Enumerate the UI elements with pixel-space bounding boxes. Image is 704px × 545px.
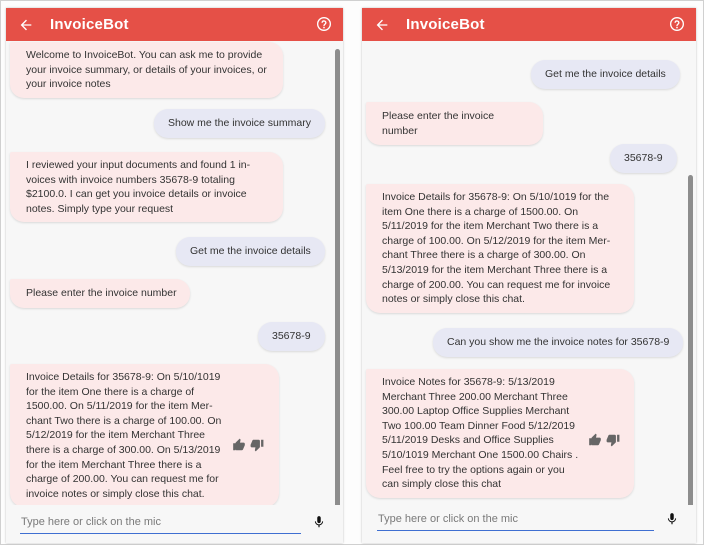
back-button[interactable] (15, 14, 37, 36)
bot-message: I reviewed your input documents and foun… (10, 152, 283, 223)
user-message: Get me the invoice details (531, 60, 680, 89)
thumbs-up-icon[interactable] (588, 433, 602, 447)
scrollbar[interactable] (688, 175, 693, 505)
thumbs-down-icon[interactable] (250, 438, 264, 452)
user-message: Can you show me the invoice notes for 35… (433, 328, 684, 357)
app-bar: InvoiceBot (6, 8, 343, 41)
bot-message: Please enter the invoice number (366, 102, 543, 146)
app-title: InvoiceBot (406, 16, 485, 33)
microphone-icon[interactable] (665, 509, 679, 529)
chat-window-right: InvoiceBot Get me the invoice details Pl… (362, 8, 696, 543)
scrollbar[interactable] (335, 49, 340, 505)
back-button[interactable] (371, 14, 393, 36)
bot-message: Invoice Details for 35678-9: On 5/10/101… (366, 184, 634, 313)
chat-messages: Welcome to InvoiceBot. You can ask me to… (6, 41, 343, 505)
thumbs-down-icon[interactable] (606, 433, 620, 447)
message-input[interactable] (377, 510, 654, 531)
app-bar: InvoiceBot (362, 8, 696, 41)
chat-messages: Get me the invoice details Please enter … (362, 41, 696, 505)
user-message: 35678-9 (258, 322, 325, 351)
user-message: 35678-9 (610, 144, 677, 173)
help-circle-icon (317, 17, 331, 31)
input-bar (6, 505, 343, 543)
chat-window-left: InvoiceBot Welcome to InvoiceBot. You ca… (6, 8, 343, 543)
arrow-left-icon (20, 19, 32, 30)
help-circle-icon (670, 17, 684, 31)
input-bar (362, 505, 696, 543)
user-message: Get me the invoice details (176, 237, 325, 266)
help-button[interactable] (315, 15, 333, 33)
feedback-buttons (588, 433, 620, 447)
bot-message: Welcome to InvoiceBot. You can ask me to… (10, 42, 283, 98)
feedback-buttons (232, 438, 264, 452)
thumbs-up-icon[interactable] (232, 438, 246, 452)
user-message: Show me the invoice summary (154, 109, 325, 138)
bot-message: Invoice Details for 35678-9: On 5/10/101… (10, 364, 279, 505)
app-title: InvoiceBot (50, 16, 129, 33)
microphone-icon[interactable] (312, 512, 326, 532)
arrow-left-icon (376, 19, 388, 30)
help-button[interactable] (668, 15, 686, 33)
bot-message: Please enter the invoice number (10, 279, 190, 308)
message-input[interactable] (20, 513, 301, 534)
